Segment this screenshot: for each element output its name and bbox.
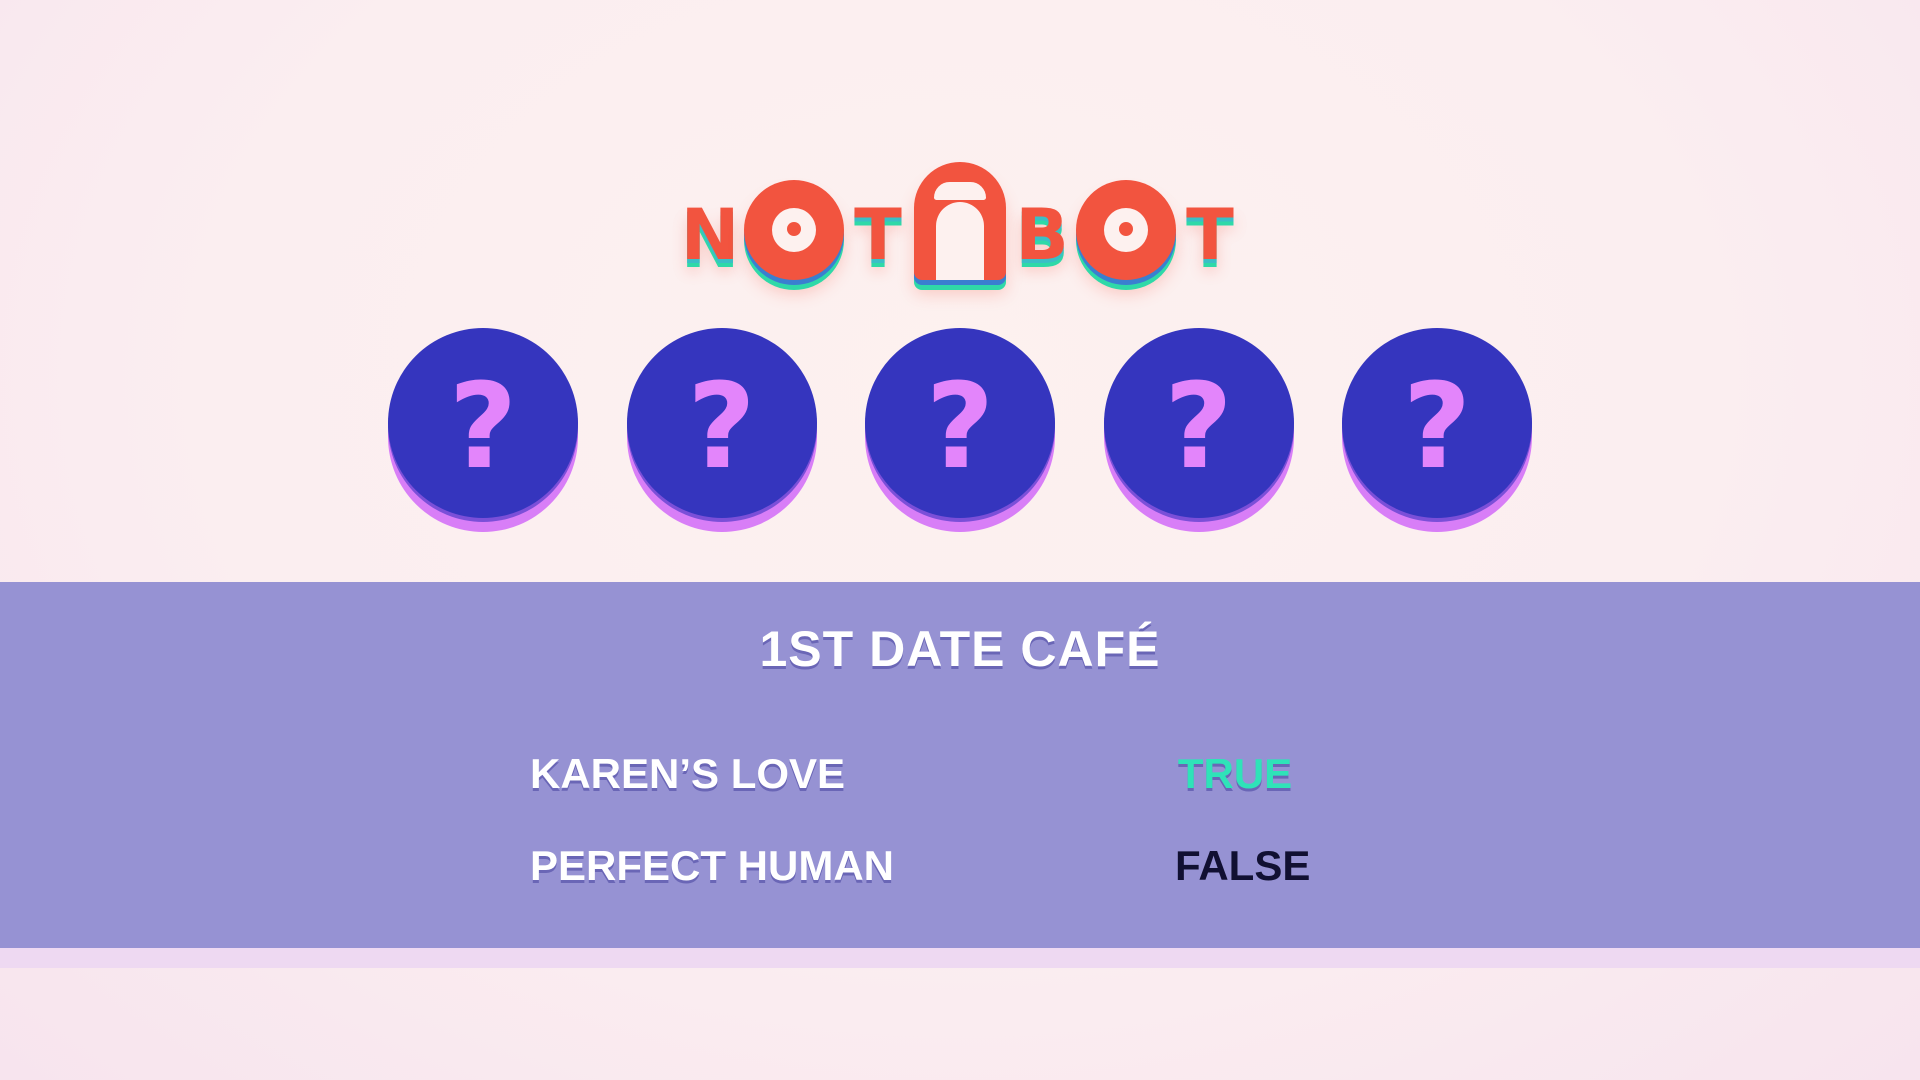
mystery-token-1[interactable]: ?: [388, 328, 578, 532]
mystery-token-4[interactable]: ?: [1103, 328, 1294, 532]
mystery-token-row: ? ? ? ? ?: [388, 328, 1532, 538]
token-face: ?: [1342, 328, 1532, 518]
result-row-perfect-human: PERFECT HUMAN FALSE: [530, 842, 1311, 902]
question-mark-icon: ?: [687, 357, 756, 495]
result-label: KAREN’S LOVE: [530, 750, 846, 797]
logo-letter-b: B: [1015, 194, 1069, 276]
results-panel: 1ST DATE CAFÉ KAREN’S LOVE TRUE PERFECT …: [0, 582, 1920, 948]
result-row-karens-love: KAREN’S LOVE TRUE: [530, 750, 1300, 810]
token-face: ?: [626, 328, 817, 518]
logo-letter-t: T: [854, 194, 902, 276]
token-face: ?: [865, 328, 1055, 518]
result-label: PERFECT HUMAN: [530, 842, 894, 889]
mystery-token-3[interactable]: ?: [865, 328, 1055, 532]
question-mark-icon: ?: [448, 357, 518, 495]
mystery-token-2[interactable]: ?: [626, 328, 817, 532]
logo-letter-o-2: [1076, 180, 1176, 280]
token-face: ?: [1103, 328, 1294, 518]
result-value-false: FALSE: [1175, 842, 1311, 889]
logo-letter-a: [914, 162, 1006, 280]
game-logo: N T B T: [640, 140, 1280, 290]
question-mark-icon: ?: [1402, 357, 1472, 495]
logo-letter-t-2: T: [1186, 194, 1234, 276]
question-mark-icon: ?: [1164, 357, 1233, 495]
mystery-token-5[interactable]: ?: [1342, 328, 1532, 532]
logo-letter-o: [744, 180, 844, 280]
results-title: 1ST DATE CAFÉ: [759, 621, 1161, 677]
logo-letter-n: N: [680, 194, 740, 276]
result-value-true: TRUE: [1177, 750, 1293, 797]
question-mark-icon: ?: [925, 357, 995, 495]
token-face: ?: [388, 328, 578, 518]
